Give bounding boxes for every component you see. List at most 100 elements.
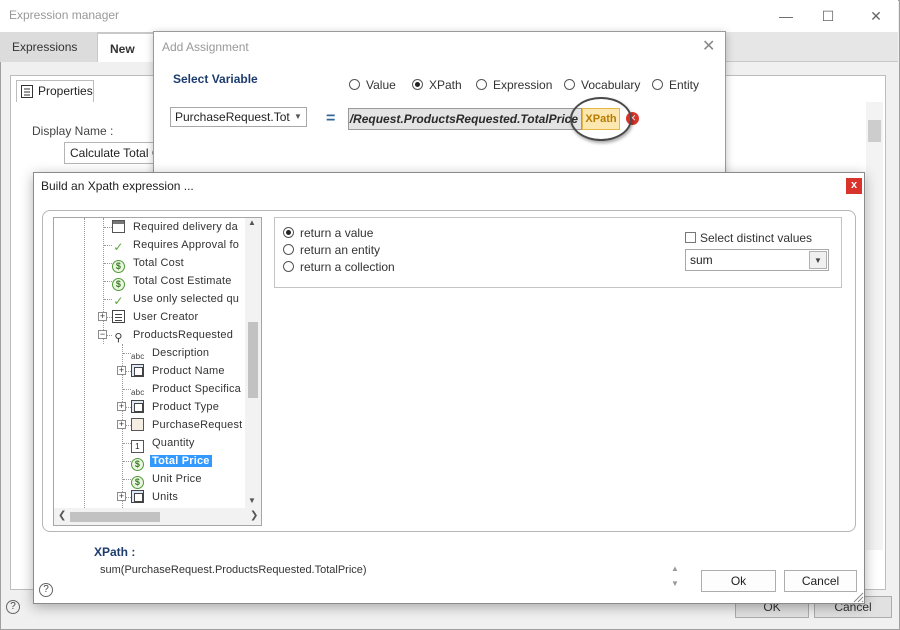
tree-item-label: ProductsRequested (133, 329, 234, 341)
window-title: Expression manager (9, 8, 120, 22)
tree-item-product-name[interactable]: Product Name (131, 362, 227, 380)
chevron-up-icon[interactable]: ▲ (248, 218, 256, 227)
chevron-down-icon[interactable]: ▼ (671, 579, 679, 588)
tree-item-unit-price[interactable]: $ Unit Price (131, 470, 204, 489)
tree-item-label: Requires Approval fo (133, 239, 240, 251)
tree-item-label: Total Cost (133, 257, 184, 269)
radio-value-indicator[interactable] (349, 79, 360, 90)
close-icon[interactable]: ✕ (702, 36, 715, 56)
entity-icon (112, 310, 125, 323)
resize-grip-icon[interactable] (852, 591, 864, 603)
radio-return-collection[interactable]: return a collection (283, 260, 395, 274)
tree-item-product-specification[interactable]: abc Product Specifica (131, 380, 243, 398)
expression-manager-scroll-thumb[interactable] (868, 120, 881, 142)
tab-new[interactable]: New (98, 32, 154, 62)
tree-item-label: Description (152, 347, 210, 359)
close-icon[interactable]: x (846, 178, 862, 194)
tree-item-quantity[interactable]: 1 Quantity (131, 434, 197, 453)
add-assignment-title: Add Assignment (162, 40, 249, 54)
tree-item-label: Unit Price (152, 473, 202, 485)
radio-return-value-indicator[interactable] (283, 227, 294, 238)
aggregate-function-select[interactable]: sum (685, 249, 829, 271)
package-icon (131, 418, 144, 431)
expression-manager-scrollbar[interactable] (866, 102, 883, 550)
expand-icon[interactable]: + (117, 402, 126, 411)
display-name-label: Display Name : (32, 124, 114, 138)
tab-expressions[interactable]: Expressions (0, 32, 98, 62)
radio-xpath[interactable]: XPath (412, 78, 462, 92)
collapse-icon[interactable]: − (98, 330, 107, 339)
tree-item-required-delivery-date[interactable]: Required delivery da (112, 218, 240, 236)
properties-tab-label: Properties (38, 84, 93, 98)
tab-properties[interactable]: Properties (16, 80, 94, 102)
tree-item-user-creator[interactable]: User Creator (112, 308, 200, 326)
tree-item-description[interactable]: abc Description (131, 344, 211, 362)
chevron-up-icon[interactable]: ▲ (671, 564, 679, 573)
tree-item-label: Product Specifica (152, 383, 241, 395)
tree-item-product-type[interactable]: Product Type (131, 398, 221, 416)
tree-item-total-cost-estimate[interactable]: $ Total Cost Estimate (112, 272, 234, 291)
tree-item-label: User Creator (133, 311, 199, 323)
tree-item-label: Required delivery da (133, 221, 238, 233)
radio-value[interactable]: Value (349, 78, 396, 92)
ok-button[interactable]: Ok (701, 570, 776, 592)
tree-item-requires-approval[interactable]: ✓ Requires Approval fo (112, 236, 241, 254)
radio-return-value[interactable]: return a value (283, 226, 373, 240)
tree-item-units[interactable]: Units (131, 488, 180, 506)
radio-vocabulary[interactable]: Vocabulary (564, 78, 640, 92)
chevron-down-icon[interactable]: ▼ (809, 251, 827, 269)
attribute-tree[interactable]: + − + + + + Required delivery da ✓ Requir… (53, 217, 262, 526)
expand-icon[interactable]: + (117, 366, 126, 375)
radio-return-entity[interactable]: return an entity (283, 243, 380, 257)
radio-value-label: Value (366, 78, 396, 92)
chevron-left-icon[interactable]: ❮ (58, 510, 66, 521)
chevron-right-icon[interactable]: ❯ (250, 510, 258, 521)
tree-item-products-requested[interactable]: ⚲ ProductsRequested (112, 326, 235, 344)
display-name-input[interactable]: Calculate Total Cost (64, 142, 164, 164)
radio-vocabulary-indicator[interactable] (564, 79, 575, 90)
radio-vocabulary-label: Vocabulary (581, 78, 641, 92)
radio-return-entity-label: return an entity (300, 243, 381, 257)
help-icon[interactable]: ? (6, 600, 20, 614)
distinct-values-label: Select distinct values (700, 231, 813, 245)
xpath-value: sum(PurchaseRequest.ProductsRequested.To… (100, 564, 367, 576)
chevron-down-icon[interactable]: ▼ (294, 112, 302, 121)
tree-item-use-only-selected[interactable]: ✓ Use only selected qu (112, 290, 241, 308)
check-icon: ✓ (113, 294, 124, 308)
expand-icon[interactable]: + (117, 492, 126, 501)
expand-icon[interactable]: + (98, 312, 107, 321)
radio-return-collection-indicator[interactable] (283, 261, 294, 272)
tree-item-total-cost[interactable]: $ Total Cost (112, 254, 186, 273)
radio-expression-indicator[interactable] (476, 79, 487, 90)
assignment-expression-text: /Request.ProductsRequested.TotalPrice (349, 112, 578, 126)
expand-icon[interactable]: + (117, 420, 126, 429)
tree-item-purchase-request[interactable]: PurchaseRequest (131, 416, 244, 434)
variable-select[interactable]: PurchaseRequest.Tot (170, 107, 307, 127)
date-icon (112, 220, 125, 233)
minimize-icon[interactable]: — (772, 4, 800, 28)
xpath-label: XPath : (94, 545, 136, 559)
radio-entity[interactable]: Entity (652, 78, 699, 92)
tree-horizontal-scroll-thumb[interactable] (70, 512, 160, 522)
radio-return-value-label: return a value (300, 226, 374, 240)
close-icon[interactable]: ✕ (862, 4, 890, 28)
radio-xpath-indicator[interactable] (412, 79, 423, 90)
assignment-expression-field[interactable]: /Request.ProductsRequested.TotalPrice (348, 108, 582, 130)
radio-expression[interactable]: Expression (476, 78, 552, 92)
distinct-values-checkbox[interactable]: Select distinct values (685, 231, 812, 245)
properties-icon (21, 85, 33, 101)
tree-item-label-selected: Total Price (150, 455, 212, 467)
distinct-values-checkbox-box[interactable] (685, 232, 696, 243)
tree-item-label: Quantity (152, 437, 195, 449)
help-icon[interactable]: ? (39, 583, 53, 597)
tree-vertical-scroll-thumb[interactable] (248, 322, 258, 398)
chevron-down-icon[interactable]: ▼ (248, 496, 256, 505)
equals-sign: = (326, 110, 336, 127)
tree-item-total-price[interactable]: $ Total Price (131, 452, 212, 471)
cancel-button[interactable]: Cancel (784, 570, 857, 592)
radio-return-entity-indicator[interactable] (283, 244, 294, 255)
expression-manager-titlebar: Expression manager — ☐ ✕ (0, 0, 898, 32)
radio-entity-indicator[interactable] (652, 79, 663, 90)
tree-item-label: Use only selected qu (133, 293, 240, 305)
maximize-icon[interactable]: ☐ (814, 4, 842, 28)
